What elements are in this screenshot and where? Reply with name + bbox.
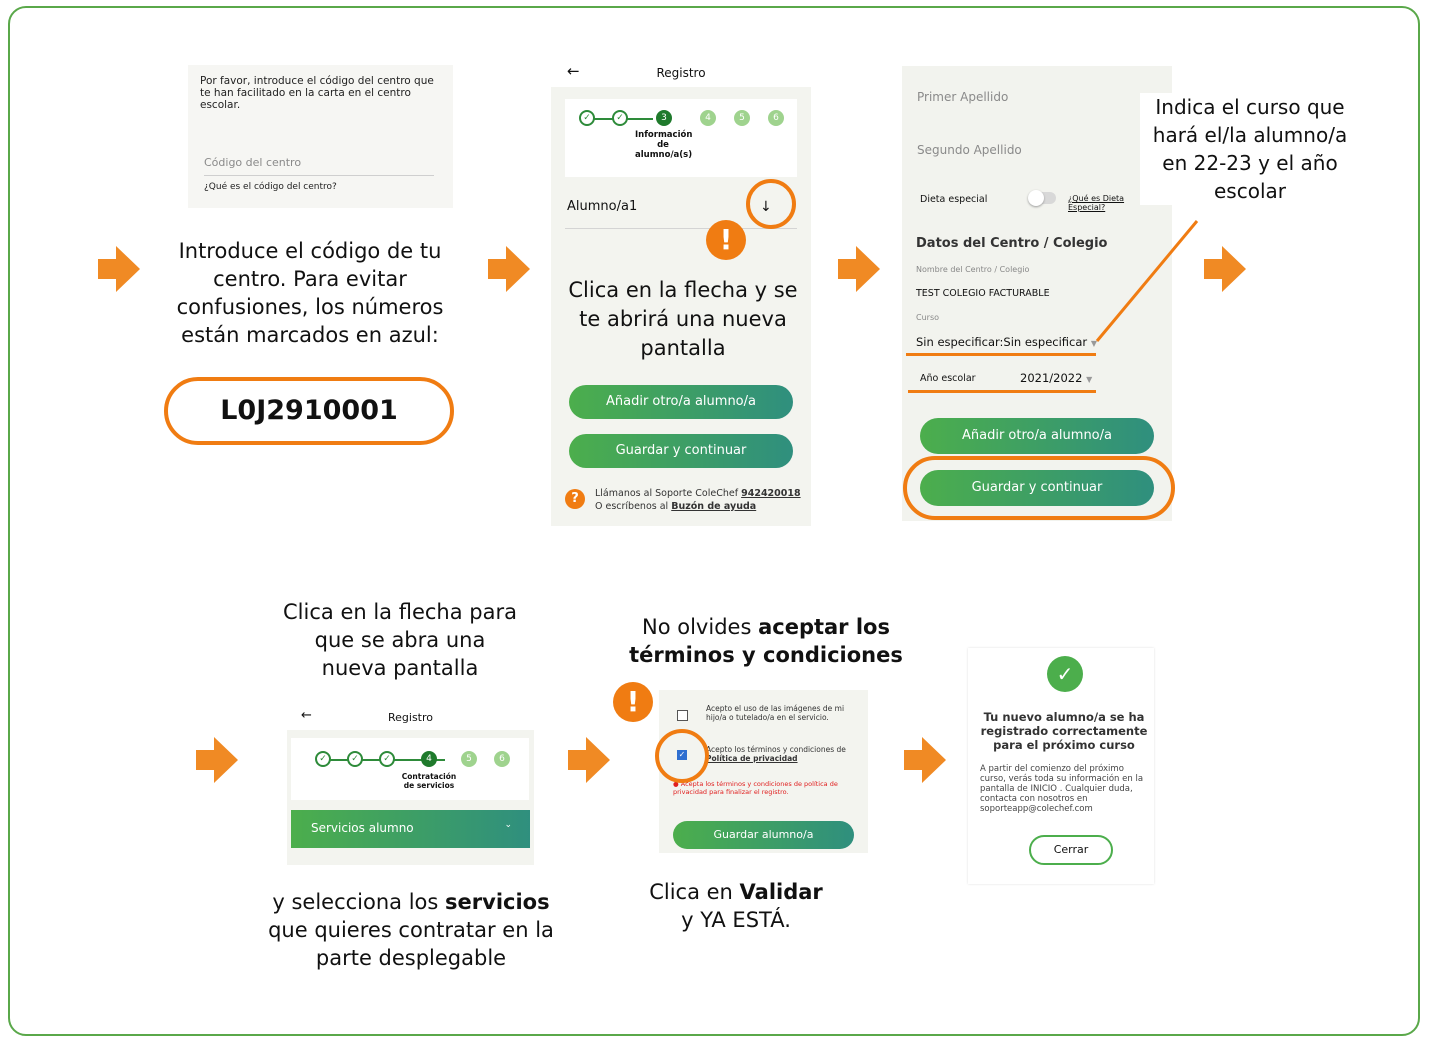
save-button-highlight <box>903 456 1175 520</box>
year-underline <box>908 390 1096 393</box>
center-code-field[interactable]: Código del centro <box>204 156 301 169</box>
stepper: ✓ ✓ 3 4 5 6 Información de alumno/a(s) <box>565 99 797 177</box>
step5-caption-top: No olvides aceptar los términos y condic… <box>626 613 906 669</box>
save-continue-button[interactable]: Guardar y continuar <box>569 434 793 468</box>
current-step-label: Información de alumno/a(s) <box>635 130 693 160</box>
privacy-policy-link[interactable]: Política de privacidad <box>706 754 798 763</box>
caption-text: y YA ESTÁ. <box>681 908 791 932</box>
support-phone-link[interactable]: 942420018 <box>741 488 801 499</box>
center-code-help-link[interactable]: ¿Qué es el código del centro? <box>204 182 337 192</box>
caption-text: que quieres contratar en la parte desple… <box>268 918 554 970</box>
add-student-button[interactable]: Añadir otro/a alumno/a <box>569 385 793 419</box>
caption-text: No olvides <box>642 615 752 639</box>
step4-caption-bottom: y selecciona los servicios que quieres c… <box>256 888 566 972</box>
step-5: 5 <box>461 751 477 767</box>
success-body: A partir del comienzo del próximo curso,… <box>980 764 1144 814</box>
school-label: Nombre del Centro / Colegio <box>916 265 1030 274</box>
center-code-screenshot: Por favor, introduce el código del centr… <box>188 65 453 208</box>
step5-caption-bottom: Clica en Validar y YA ESTÁ. <box>626 878 846 934</box>
alert-icon: ! <box>613 682 653 722</box>
step-2-done-icon: ✓ <box>612 110 628 126</box>
success-check-icon: ✓ <box>1047 656 1083 692</box>
diet-label: Dieta especial <box>920 194 988 205</box>
error-text: Acepta los términos y condiciones de pol… <box>673 780 838 796</box>
terms-checkbox-highlight <box>655 729 709 783</box>
header-title: Registro <box>387 711 433 724</box>
course-select[interactable]: Sin especificar:Sin especificar ▼ <box>916 335 1097 349</box>
step-3-done-icon: ✓ <box>379 751 395 767</box>
step-2-done-icon: ✓ <box>347 751 363 767</box>
app-header: ← Registro <box>551 59 811 87</box>
step4-caption-top: Clica en la flecha para que se abra una … <box>283 600 517 680</box>
caption-bold: Validar <box>739 880 823 904</box>
step-5: 5 <box>734 110 750 126</box>
center-code-badge: L0J2910001 <box>164 377 454 445</box>
success-title: Tu nuevo alumno/a se ha registrado corre… <box>980 710 1148 752</box>
support-text2: O escríbenos al <box>595 501 669 512</box>
services-label: Servicios alumno <box>311 821 414 835</box>
success-screenshot: ✓ Tu nuevo alumno/a se ha registrado cor… <box>968 648 1154 884</box>
current-step-label: Contratación de servicios <box>401 772 457 790</box>
caption-text: y selecciona los <box>272 890 439 914</box>
step3-caption: Indica el curso que hará el/la alumno/a … <box>1140 93 1360 205</box>
caption-text: Clica en <box>649 880 733 904</box>
student-label: Alumno/a1 <box>567 199 638 214</box>
step1-caption: Introduce el código de tu centro. Para e… <box>176 239 444 347</box>
terms-text: Acepto los términos y condiciones de Pol… <box>706 745 856 763</box>
dropdown-caret-icon: ▼ <box>1086 375 1093 384</box>
terms-label: Acepto los términos y condiciones de <box>706 745 846 754</box>
year-value: 2021/2022 <box>1020 371 1083 385</box>
chevron-icon: ⌄ <box>504 820 512 830</box>
expand-arrow-highlight <box>746 179 796 229</box>
header-title: Registro <box>656 66 706 80</box>
step-4-current: 4 <box>421 751 437 767</box>
second-surname-field[interactable]: Segundo Apellido <box>917 143 1022 157</box>
step-6: 6 <box>494 751 510 767</box>
app-header: ← Registro <box>287 706 534 730</box>
support-info: Llámanos al Soporte ColeChef 942420018 O… <box>595 487 805 513</box>
services-screenshot: ← Registro ✓ ✓ ✓ 4 5 6 Contratación de s… <box>287 706 534 865</box>
services-accordion[interactable]: Servicios alumno ⌄ <box>291 810 530 848</box>
caption-bold: servicios <box>445 890 550 914</box>
field-underline <box>204 175 434 176</box>
step-6: 6 <box>768 110 784 126</box>
image-consent-text: Acepto el uso de las imágenes de mi hijo… <box>706 704 845 722</box>
course-value: Sin especificar:Sin especificar <box>916 335 1088 349</box>
course-underline <box>906 353 1096 356</box>
help-mailbox-link[interactable]: Buzón de ayuda <box>671 501 756 512</box>
stepper: ✓ ✓ ✓ 4 5 6 Contratación de servicios <box>291 738 529 800</box>
step-1-done-icon: ✓ <box>579 110 595 126</box>
step-4: 4 <box>700 110 716 126</box>
diet-help-link[interactable]: ¿Qué es Dieta Especial? <box>1068 194 1138 212</box>
image-consent-checkbox[interactable] <box>677 710 688 721</box>
add-student-button[interactable]: Añadir otro/a alumno/a <box>920 418 1154 454</box>
close-button[interactable]: Cerrar <box>1029 835 1113 865</box>
year-label: Año escolar <box>920 373 976 384</box>
school-value: TEST COLEGIO FACTURABLE <box>916 288 1050 299</box>
step2-caption: Clica en la flecha y se te abrirá una nu… <box>563 276 803 363</box>
pointer-line <box>1095 220 1199 342</box>
terms-error: ● Acepta los términos y condiciones de p… <box>673 780 858 796</box>
step-3-current: 3 <box>656 110 672 126</box>
help-icon: ? <box>565 489 585 509</box>
course-label: Curso <box>916 313 940 322</box>
school-section-title: Datos del Centro / Colegio <box>916 236 1108 251</box>
center-code-instructions: Por favor, introduce el código del centr… <box>200 75 434 111</box>
step-1-done-icon: ✓ <box>315 751 331 767</box>
save-student-button[interactable]: Guardar alumno/a <box>673 821 854 849</box>
diet-toggle[interactable] <box>1028 190 1056 206</box>
alert-icon: ! <box>706 220 746 260</box>
first-surname-field[interactable]: Primer Apellido <box>917 90 1008 104</box>
year-select[interactable]: 2021/2022 ▼ <box>1020 371 1092 385</box>
divider <box>565 228 797 229</box>
support-text: Llámanos al Soporte ColeChef <box>595 488 739 499</box>
